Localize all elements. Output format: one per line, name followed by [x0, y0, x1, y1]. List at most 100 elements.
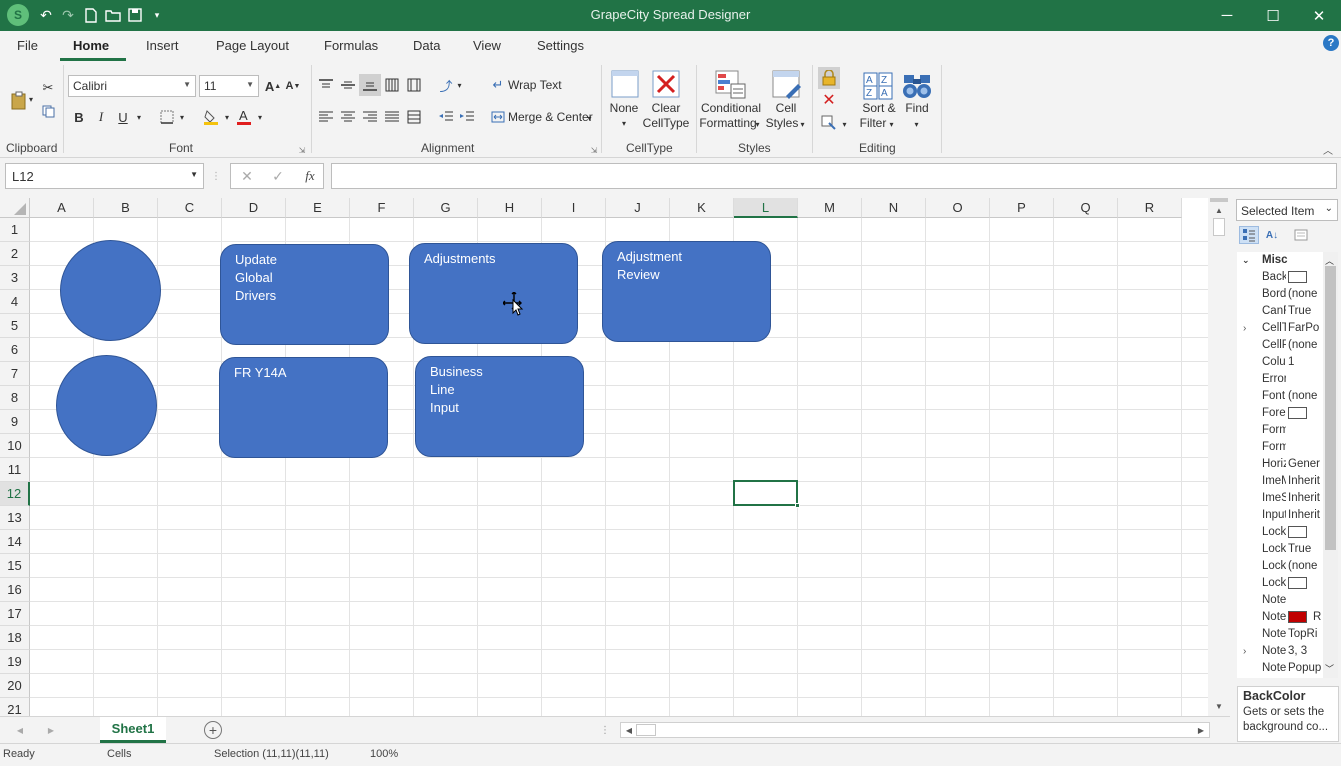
- font-color-icon[interactable]: A: [235, 107, 253, 127]
- conditional-formatting-label-1[interactable]: Conditional: [700, 101, 762, 116]
- property-object-selector[interactable]: Selected Item ⌄: [1236, 199, 1338, 221]
- fill-series-icon[interactable]: [819, 114, 839, 132]
- prev-sheet-arrow-icon[interactable]: ◀: [15, 723, 25, 737]
- property-scrollbar[interactable]: ︿ ﹀: [1323, 252, 1338, 678]
- close-button[interactable]: ✕: [1296, 0, 1341, 31]
- bold-button[interactable]: B: [71, 108, 87, 126]
- property-value[interactable]: Inherit: [1288, 507, 1323, 524]
- conditional-dropdown-icon[interactable]: ▾: [753, 118, 762, 130]
- column-header[interactable]: F: [350, 198, 414, 218]
- tab-formulas[interactable]: Formulas: [324, 38, 378, 53]
- insert-function-button[interactable]: fx: [301, 168, 319, 184]
- row-header[interactable]: 15: [0, 554, 30, 578]
- row-header[interactable]: 16: [0, 578, 30, 602]
- row-header[interactable]: 8: [0, 386, 30, 410]
- wrap-text-icon[interactable]: ↵: [490, 76, 506, 94]
- property-row[interactable]: Border(none: [1237, 286, 1323, 303]
- scroll-left-arrow-icon[interactable]: ◀: [624, 724, 634, 736]
- property-value[interactable]: TopRi: [1288, 626, 1323, 643]
- row-header[interactable]: 2: [0, 242, 30, 266]
- sort-filter-label-2[interactable]: Filter: [858, 116, 888, 131]
- cell-styles-label-1[interactable]: Cell: [768, 101, 804, 116]
- row-header[interactable]: 10: [0, 434, 30, 458]
- row-header[interactable]: 9: [0, 410, 30, 434]
- alignment-dialog-launcher-icon[interactable]: ⇲: [589, 145, 599, 155]
- property-row[interactable]: LockedForeColor: [1237, 575, 1323, 592]
- clear-celltype-icon[interactable]: [651, 69, 680, 99]
- property-row[interactable]: ImeSentenceModeInherit: [1237, 490, 1323, 507]
- none-celltype-button[interactable]: None: [604, 101, 644, 116]
- property-value[interactable]: (none: [1288, 286, 1323, 303]
- property-row[interactable]: Formula: [1237, 439, 1323, 456]
- wrap-text-button[interactable]: Wrap Text: [508, 77, 562, 93]
- scroll-thumb[interactable]: [1213, 218, 1225, 236]
- status-zoom[interactable]: 100%: [370, 748, 398, 760]
- decrease-indent-icon[interactable]: [437, 107, 455, 127]
- property-scroll-thumb[interactable]: [1325, 266, 1336, 550]
- expand-chevron-icon[interactable]: ›: [1243, 320, 1246, 337]
- shape-update-global-drivers[interactable]: Update Global Drivers: [220, 244, 389, 345]
- justify-vertical-icon[interactable]: [404, 75, 424, 95]
- property-row[interactable]: CanFocusTrue: [1237, 303, 1323, 320]
- column-header[interactable]: I: [542, 198, 606, 218]
- increase-font-icon[interactable]: A ▲: [264, 77, 282, 95]
- align-left-icon[interactable]: [316, 107, 336, 127]
- property-row[interactable]: › CellTypeFarPo: [1237, 320, 1323, 337]
- cancel-formula-icon[interactable]: ✕: [239, 168, 255, 184]
- font-dialog-launcher-icon[interactable]: ⇲: [297, 145, 307, 155]
- row-header[interactable]: 20: [0, 674, 30, 698]
- property-value[interactable]: Inherit: [1288, 473, 1323, 490]
- property-row[interactable]: HorizontalAlignmentGener: [1237, 456, 1323, 473]
- property-row[interactable]: ImeModeInherit: [1237, 473, 1323, 490]
- vertical-scrollbar[interactable]: ▲ ▼: [1208, 198, 1230, 716]
- property-value[interactable]: (none: [1288, 388, 1323, 405]
- selected-cell[interactable]: [733, 480, 798, 506]
- merge-dropdown-icon[interactable]: ▾: [585, 111, 594, 125]
- select-all-corner[interactable]: [0, 198, 30, 218]
- column-header[interactable]: N: [862, 198, 926, 218]
- property-value[interactable]: Popup: [1288, 660, 1323, 677]
- distribute-vertical-icon[interactable]: [382, 75, 402, 95]
- row-header[interactable]: 1: [0, 218, 30, 242]
- property-pages-icon[interactable]: [1292, 226, 1310, 244]
- property-row[interactable]: NoteIndicatorColor R: [1237, 609, 1323, 626]
- collapse-chevron-icon[interactable]: ⌄: [1242, 252, 1250, 269]
- row-header[interactable]: 17: [0, 602, 30, 626]
- property-value[interactable]: R: [1288, 609, 1323, 626]
- name-box[interactable]: L12 ▼: [5, 163, 204, 189]
- property-category[interactable]: ⌄ Misc: [1237, 252, 1323, 269]
- help-icon[interactable]: ?: [1323, 35, 1339, 51]
- row-header[interactable]: 19: [0, 650, 30, 674]
- scroll-right-arrow-icon[interactable]: ▶: [1196, 724, 1206, 736]
- paste-dropdown-icon[interactable]: ▾: [27, 93, 35, 105]
- property-scroll-down-icon[interactable]: ﹀: [1325, 662, 1334, 675]
- property-row[interactable]: ErrorMessage: [1237, 371, 1323, 388]
- property-value[interactable]: FarPo: [1288, 320, 1323, 337]
- property-value[interactable]: [1288, 405, 1323, 422]
- property-value[interactable]: [1288, 269, 1323, 286]
- copy-icon[interactable]: [40, 103, 56, 119]
- circle-shape[interactable]: [56, 355, 157, 456]
- tab-home[interactable]: Home: [73, 38, 109, 53]
- cell-styles-dropdown-icon[interactable]: ▾: [798, 118, 807, 130]
- shape-fr-y14a[interactable]: FR Y14A: [219, 357, 388, 458]
- fill-color-icon[interactable]: [201, 107, 221, 127]
- font-name-combo[interactable]: Calibri ▼: [68, 75, 196, 97]
- merge-center-icon[interactable]: [490, 108, 506, 126]
- row-header[interactable]: 18: [0, 626, 30, 650]
- categorized-view-icon[interactable]: [1239, 226, 1259, 244]
- borders-icon[interactable]: [158, 108, 176, 126]
- property-row[interactable]: BackColor: [1237, 269, 1323, 286]
- row-header[interactable]: 5: [0, 314, 30, 338]
- tab-file[interactable]: File: [17, 38, 38, 53]
- minimize-button[interactable]: ─: [1204, 0, 1250, 31]
- align-right-icon[interactable]: [360, 107, 380, 127]
- column-header[interactable]: P: [990, 198, 1054, 218]
- underline-dropdown-icon[interactable]: ▾: [134, 110, 144, 124]
- tab-split-grip-icon[interactable]: ⋮: [600, 723, 610, 737]
- expand-chevron-icon[interactable]: ›: [1243, 643, 1246, 660]
- scroll-split-handle[interactable]: [1210, 198, 1228, 202]
- clear-celltype-label-1[interactable]: Clear: [641, 101, 691, 116]
- row-header[interactable]: 12: [0, 482, 30, 506]
- italic-button[interactable]: I: [93, 108, 109, 126]
